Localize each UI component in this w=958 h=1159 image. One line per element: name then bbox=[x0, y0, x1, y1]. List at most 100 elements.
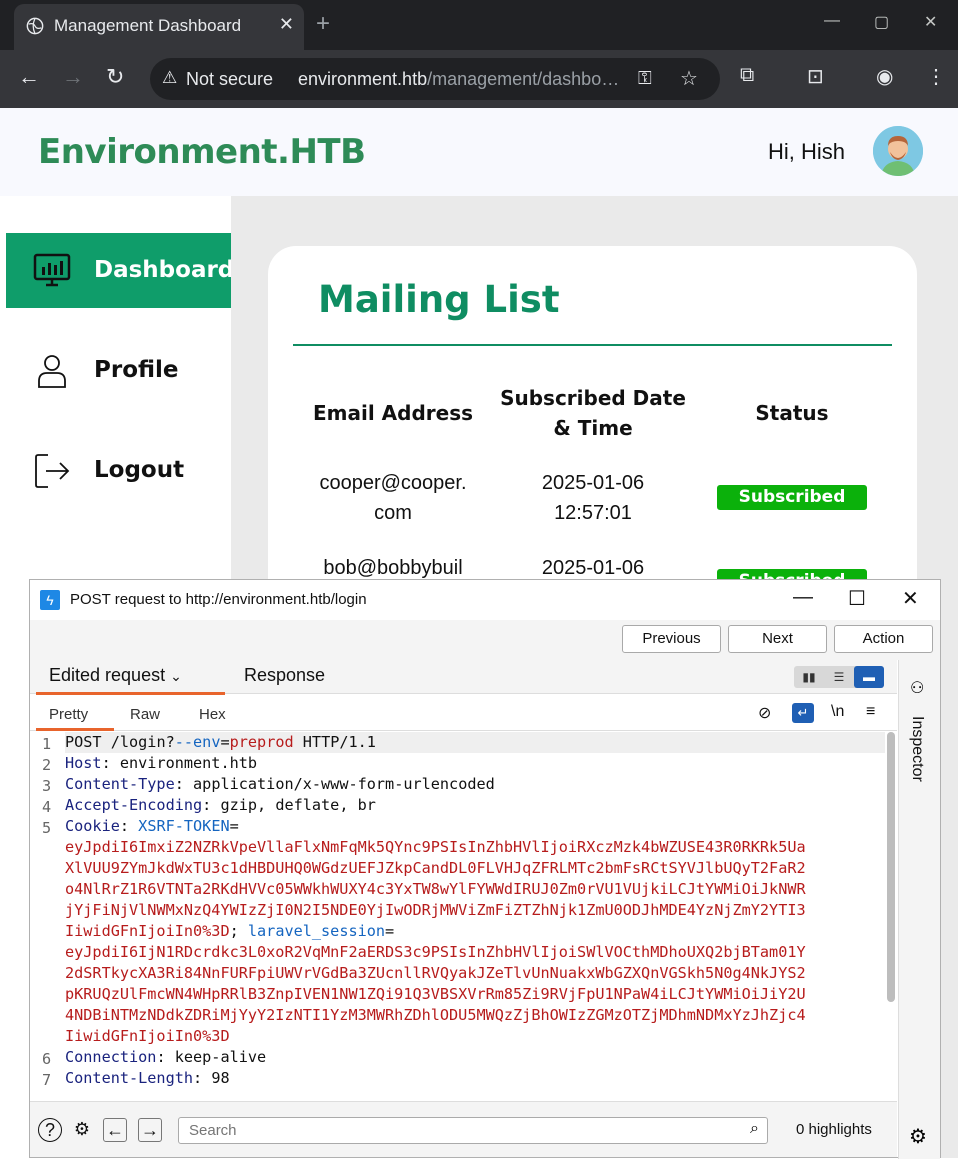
header-key: Accept-Encoding bbox=[65, 796, 203, 814]
header-line: Content-Type: application/x-www-form-url… bbox=[65, 775, 495, 793]
menu-icon[interactable]: ⋮ bbox=[926, 64, 946, 89]
url-path: /management/dashbo… bbox=[427, 69, 620, 89]
header-key: Connection bbox=[65, 1048, 157, 1066]
cookie-value-line: IiwidGFnIjoiIn0%3D bbox=[65, 1027, 230, 1045]
layout-toggle: ▮▮ ☰ ▬ bbox=[794, 666, 884, 688]
url-text[interactable]: environment.htb/management/dashbo… bbox=[298, 69, 628, 90]
header-line: Cookie: XSRF-TOKEN= bbox=[65, 817, 239, 835]
sidebar-item-dashboard[interactable]: Dashboard bbox=[6, 233, 235, 308]
close-tab-icon[interactable]: ✕ bbox=[279, 14, 294, 35]
cookie-value-line: jYjFiNjVlNWMxNzQ4YWIzZjI0N2I5NDE0YjIwODR… bbox=[65, 901, 806, 919]
cookie-value-end: IiwidGFnIjoiIn0%3D bbox=[65, 922, 230, 940]
request-line: POST /login?--env=preprod HTTP/1.1 bbox=[65, 732, 885, 753]
cookie-value-line: 4NDBiNTMzNDdkZDRiMjYyY2IzNTI1YzM3MWRhZDh… bbox=[65, 1006, 806, 1024]
minimize-window-icon[interactable]: — bbox=[824, 12, 840, 30]
minimize-window-icon[interactable]: — bbox=[793, 586, 813, 609]
inspector-panel[interactable]: ⚇ Inspector ⚙ bbox=[898, 660, 940, 1159]
tab-hex[interactable]: Hex bbox=[199, 706, 226, 723]
action-button[interactable]: Action bbox=[834, 625, 933, 653]
tab-response[interactable]: Response bbox=[244, 665, 325, 686]
hamburger-menu-icon[interactable]: ≡ bbox=[866, 703, 875, 721]
header-key: Host bbox=[65, 754, 102, 772]
security-label[interactable]: Not secure bbox=[186, 69, 273, 90]
settings-gear-icon[interactable]: ⚙ bbox=[909, 1124, 927, 1149]
next-match-icon[interactable]: → bbox=[138, 1118, 162, 1142]
maximize-window-icon[interactable]: ☐ bbox=[848, 586, 866, 611]
burp-tabs: Edited request ⌄ Response ▮▮ ☰ ▬ bbox=[30, 660, 897, 695]
param-value: preprod bbox=[229, 733, 294, 751]
header-line: Host: environment.htb bbox=[65, 754, 258, 772]
highlights-count: 0 highlights bbox=[796, 1121, 872, 1138]
sidebar-item-logout[interactable]: Logout bbox=[6, 433, 231, 508]
editor-scrollbar[interactable] bbox=[887, 732, 895, 1002]
sidebar-item-profile[interactable]: Profile bbox=[6, 333, 231, 408]
new-tab-icon[interactable]: + bbox=[316, 10, 330, 38]
split-vertical-icon[interactable]: ☰ bbox=[824, 666, 854, 688]
next-button[interactable]: Next bbox=[728, 625, 827, 653]
browser-tab[interactable]: Management Dashboard ✕ bbox=[14, 4, 304, 50]
extensions-icon[interactable]: ⧉ bbox=[740, 64, 754, 87]
wrap-lines-icon[interactable]: ↵ bbox=[792, 703, 814, 723]
user-greeting: Hi, Hish bbox=[768, 139, 846, 164]
tab-label: Edited request bbox=[49, 665, 166, 685]
previous-button[interactable]: Previous bbox=[622, 625, 721, 653]
cookie-name: laravel_session bbox=[247, 922, 386, 940]
column-header-status: Status bbox=[755, 401, 829, 425]
burp-title-bar: ϟ POST request to http://environment.htb… bbox=[30, 580, 940, 620]
settings-gear-icon[interactable]: ⚙ bbox=[70, 1118, 94, 1142]
split-horizontal-icon[interactable]: ▮▮ bbox=[794, 666, 824, 688]
profile-icon[interactable]: ◉ bbox=[876, 64, 893, 89]
browser-toolbar: ← → ↻ ⚠ Not secure environment.htb/manag… bbox=[0, 50, 958, 108]
view-tabs: Pretty Raw Hex ⊘ ↵ \n ≡ bbox=[30, 695, 897, 731]
tab-raw[interactable]: Raw bbox=[130, 706, 160, 723]
title-divider bbox=[293, 344, 892, 346]
avatar[interactable] bbox=[873, 126, 923, 176]
newline-toggle[interactable]: \n bbox=[831, 703, 844, 721]
search-input[interactable]: ⌕ bbox=[178, 1117, 768, 1144]
cookie-value-line: 2dSRTkycXA3Ri84NnFURFpiUWVrVGdBa3ZUcnllR… bbox=[65, 964, 806, 982]
close-window-icon[interactable]: ✕ bbox=[902, 586, 919, 611]
forward-icon[interactable]: → bbox=[62, 64, 84, 90]
burp-request-window: ϟ POST request to http://environment.htb… bbox=[29, 579, 941, 1159]
line-number: 7 bbox=[42, 1071, 52, 1089]
cookie-value-line: eyJpdiI6ImxiZ2NZRkVpeVllaFlxNmFqMk5QYnc9… bbox=[65, 838, 806, 856]
header-key: Content-Length bbox=[65, 1069, 194, 1087]
browser-tab-bar: Management Dashboard ✕ + — ▢ ✕ bbox=[0, 0, 958, 50]
maximize-window-icon[interactable]: ▢ bbox=[874, 12, 889, 32]
monitor-chart-icon bbox=[33, 253, 71, 287]
back-icon[interactable]: ← bbox=[18, 64, 40, 90]
help-icon[interactable]: ? bbox=[38, 1118, 62, 1142]
param-key: --env bbox=[174, 733, 221, 751]
tab-pretty[interactable]: Pretty bbox=[49, 706, 88, 723]
close-window-icon[interactable]: ✕ bbox=[924, 12, 937, 32]
search-icon: ⌕ bbox=[750, 1120, 759, 1137]
warning-icon[interactable]: ⚠ bbox=[162, 68, 177, 88]
date-cell: 2025-01-06 bbox=[541, 472, 645, 494]
hide-eye-icon[interactable]: ⊘ bbox=[758, 703, 771, 723]
address-bar[interactable]: ⚠ Not secure environment.htb/management/… bbox=[150, 58, 720, 100]
inspector-icon[interactable]: ⚇ bbox=[910, 678, 924, 698]
single-pane-icon[interactable]: ▬ bbox=[854, 666, 884, 688]
tab-search-icon[interactable]: ⊡ bbox=[807, 64, 824, 89]
tab-edited-request[interactable]: Edited request ⌄ bbox=[49, 665, 182, 686]
inspector-label[interactable]: Inspector bbox=[908, 716, 926, 782]
line-number: 5 bbox=[42, 819, 52, 837]
request-editor[interactable]: 1 2 3 4 5 6 7 POST /login?--env=preprod … bbox=[30, 732, 897, 1100]
previous-match-icon[interactable]: ← bbox=[103, 1118, 127, 1142]
header-value: environment.htb bbox=[119, 754, 258, 772]
sidebar-item-label: Dashboard bbox=[94, 257, 235, 283]
brand-logo[interactable]: Environment.HTB bbox=[38, 132, 366, 172]
search-footer: ? ⚙ ← → ⌕ 0 highlights bbox=[30, 1101, 897, 1157]
header-value: keep-alive bbox=[174, 1048, 267, 1066]
reload-icon[interactable]: ↻ bbox=[106, 64, 124, 90]
request-code: POST /login?--env=preprod HTTP/1.1 Host:… bbox=[65, 732, 885, 1089]
sidebar-item-label: Logout bbox=[94, 457, 185, 483]
key-icon[interactable]: ⚿ bbox=[638, 68, 652, 89]
line-number: 3 bbox=[42, 777, 52, 795]
burp-button-row: Previous Next Action bbox=[30, 620, 940, 660]
bookmark-star-icon[interactable]: ☆ bbox=[680, 66, 698, 91]
header-value: application/x-www-form-urlencoded bbox=[193, 775, 495, 793]
url-host: environment.htb bbox=[298, 69, 428, 89]
search-field[interactable] bbox=[189, 1118, 739, 1142]
email-cell-line2: com bbox=[374, 502, 412, 524]
